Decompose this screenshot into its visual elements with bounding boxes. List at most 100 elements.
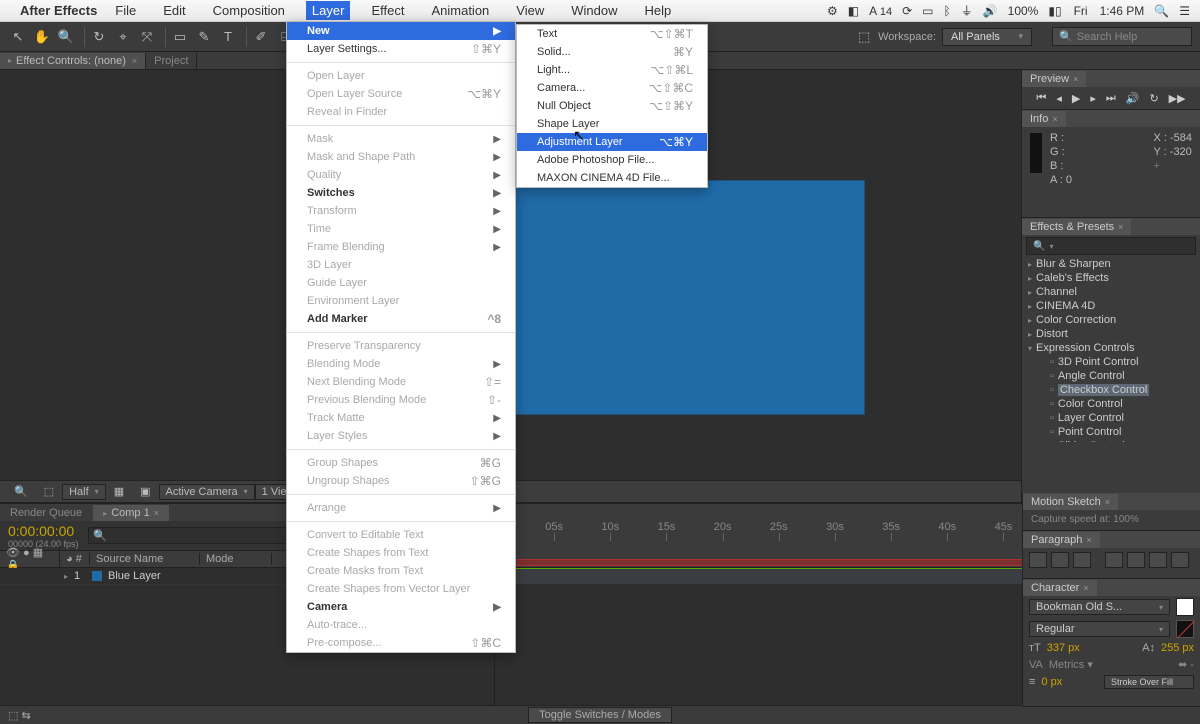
snap-icon[interactable]: ⬚	[854, 27, 874, 47]
pan-behind-tool-icon[interactable]: ⤧	[137, 27, 157, 47]
toggle-switches-icon[interactable]: ⬚ ⇆	[8, 709, 31, 722]
menu-layer[interactable]: Layer	[306, 1, 351, 20]
grid-icon[interactable]: ▦	[110, 484, 128, 499]
pen-tool-icon[interactable]: ✎	[194, 27, 214, 47]
search-help-input[interactable]: 🔍 Search Help	[1052, 27, 1192, 46]
fill-color-swatch[interactable]	[1176, 598, 1194, 616]
shape-tool-icon[interactable]: ▭	[170, 27, 190, 47]
menu-item[interactable]: Solid...⌘Y	[517, 43, 707, 61]
camera-dropdown[interactable]: Active Camera▾	[159, 484, 255, 500]
preview-panel-title[interactable]: Preview×	[1022, 71, 1086, 87]
current-timecode[interactable]: 0:00:00:00	[0, 523, 88, 539]
menu-window[interactable]: Window	[565, 1, 623, 20]
play-icon[interactable]: ▶	[1072, 92, 1080, 105]
paragraph-title[interactable]: Paragraph×	[1023, 532, 1100, 548]
effects-item[interactable]: ▸Color Correction	[1022, 313, 1200, 327]
stroke-option-dropdown[interactable]: Stroke Over Fill	[1104, 675, 1194, 689]
effects-item[interactable]: ▸Caleb's Effects	[1022, 271, 1200, 285]
align-center-icon[interactable]	[1051, 552, 1069, 568]
brush-tool-icon[interactable]: ✐	[251, 27, 271, 47]
effects-item[interactable]: ▸CINEMA 4D	[1022, 299, 1200, 313]
timeline-search-input[interactable]: 🔍	[88, 527, 298, 544]
font-size-value[interactable]: 337 px	[1047, 642, 1080, 654]
menu-item[interactable]: Shape Layer	[517, 115, 707, 133]
effects-item[interactable]: ▫Angle Control	[1022, 369, 1200, 383]
menu-item[interactable]: Layer Settings...⇧⌘Y	[287, 40, 515, 58]
menu-item[interactable]: Switches▶	[287, 184, 515, 202]
rotate-tool-icon[interactable]: ↻	[89, 27, 109, 47]
leading-icon: A↕	[1142, 642, 1155, 654]
menu-file[interactable]: File	[109, 1, 142, 20]
effects-item[interactable]: ▫Slider Control	[1022, 439, 1200, 442]
preview-controls: ⏮ ◂ ▶ ▸ ⏭ 🔊 ↻ ▶▶	[1022, 87, 1200, 109]
toggle-switches-button[interactable]: Toggle Switches / Modes	[528, 707, 672, 723]
menu-effect[interactable]: Effect	[365, 1, 410, 20]
blue-solid-layer[interactable]	[515, 180, 865, 415]
effects-item[interactable]: ▫Checkbox Control	[1022, 383, 1200, 397]
menu-item: Convert to Editable Text	[287, 526, 515, 544]
timeline-tabs: Render Queue ▸Comp 1×	[0, 504, 1200, 521]
menu-item[interactable]: Text⌥⇧⌘T	[517, 25, 707, 43]
first-frame-icon[interactable]: ⏮	[1036, 92, 1046, 105]
magnification-icon[interactable]: 🔍	[10, 484, 32, 499]
menu-item[interactable]: Add Marker^8	[287, 310, 515, 328]
ram-preview-icon[interactable]: ▶▶	[1169, 92, 1186, 105]
mask-icon[interactable]: ▣	[136, 484, 154, 499]
tab-project[interactable]: Project	[146, 53, 197, 69]
menu-item[interactable]: MAXON CINEMA 4D File...	[517, 169, 707, 187]
menu-item[interactable]: Null Object⌥⇧⌘Y	[517, 97, 707, 115]
text-tool-icon[interactable]: T	[218, 27, 238, 47]
effects-item[interactable]: ▸Channel	[1022, 285, 1200, 299]
menu-item[interactable]: Adobe Photoshop File...	[517, 151, 707, 169]
prev-frame-icon[interactable]: ◂	[1056, 92, 1062, 105]
info-panel-title[interactable]: Info×	[1022, 111, 1066, 127]
tab-render-queue[interactable]: Render Queue	[0, 505, 92, 521]
effects-panel-title[interactable]: Effects & Presets×	[1022, 219, 1131, 235]
effects-item[interactable]: ▫Point Control	[1022, 425, 1200, 439]
loop-icon[interactable]: ↻	[1149, 92, 1158, 105]
camera-tool-icon[interactable]: ⌖	[113, 27, 133, 47]
justify-right-icon[interactable]	[1149, 552, 1167, 568]
selection-tool-icon[interactable]: ↖	[8, 27, 28, 47]
justify-left-icon[interactable]	[1105, 552, 1123, 568]
character-title[interactable]: Character×	[1023, 580, 1097, 596]
menu-item[interactable]: Camera▶	[287, 598, 515, 616]
audio-icon[interactable]: 🔊	[1126, 92, 1140, 105]
menu-composition[interactable]: Composition	[207, 1, 291, 20]
menu-item[interactable]: Light...⌥⇧⌘L	[517, 61, 707, 79]
effects-item[interactable]: ▫3D Point Control	[1022, 355, 1200, 369]
zoom-tool-icon[interactable]: 🔍	[56, 27, 76, 47]
menu-view[interactable]: View	[510, 1, 550, 20]
menu-animation[interactable]: Animation	[425, 1, 495, 20]
menu-item[interactable]: Adjustment Layer⌥⌘Y	[517, 133, 707, 151]
menu-edit[interactable]: Edit	[157, 1, 191, 20]
menu-help[interactable]: Help	[638, 1, 677, 20]
justify-center-icon[interactable]	[1127, 552, 1145, 568]
align-left-icon[interactable]	[1029, 552, 1047, 568]
tab-effect-controls[interactable]: ▸Effect Controls: (none)×	[0, 53, 146, 69]
effects-search-input[interactable]: 🔍▾	[1026, 237, 1196, 255]
font-style-dropdown[interactable]: Regular▾	[1029, 621, 1170, 637]
resolution-dropdown[interactable]: Half▾	[62, 484, 106, 500]
workspace-dropdown[interactable]: All Panels▾	[942, 28, 1032, 46]
effects-item[interactable]: ▾Expression Controls	[1022, 341, 1200, 355]
next-frame-icon[interactable]: ▸	[1090, 92, 1096, 105]
menu-item[interactable]: New▶	[287, 22, 515, 40]
effects-item[interactable]: ▫Color Control	[1022, 397, 1200, 411]
hand-tool-icon[interactable]: ✋	[32, 27, 52, 47]
spotlight-icon[interactable]: 🔍	[1154, 4, 1169, 18]
menu-extras-icon[interactable]: ☰	[1179, 4, 1190, 18]
effects-item[interactable]: ▸Blur & Sharpen	[1022, 257, 1200, 271]
leading-value[interactable]: 255 px	[1161, 642, 1194, 654]
tab-comp[interactable]: ▸Comp 1×	[93, 505, 169, 521]
motion-sketch-title[interactable]: Motion Sketch×	[1023, 494, 1118, 510]
last-frame-icon[interactable]: ⏭	[1106, 92, 1116, 105]
menu-item[interactable]: Camera...⌥⇧⌘C	[517, 79, 707, 97]
res-icon[interactable]: ⬚	[40, 484, 58, 499]
effects-item[interactable]: ▫Layer Control	[1022, 411, 1200, 425]
font-family-dropdown[interactable]: Bookman Old S...▾	[1029, 599, 1170, 615]
align-right-icon[interactable]	[1073, 552, 1091, 568]
justify-all-icon[interactable]	[1171, 552, 1189, 568]
stroke-color-swatch[interactable]	[1176, 620, 1194, 638]
effects-item[interactable]: ▸Distort	[1022, 327, 1200, 341]
